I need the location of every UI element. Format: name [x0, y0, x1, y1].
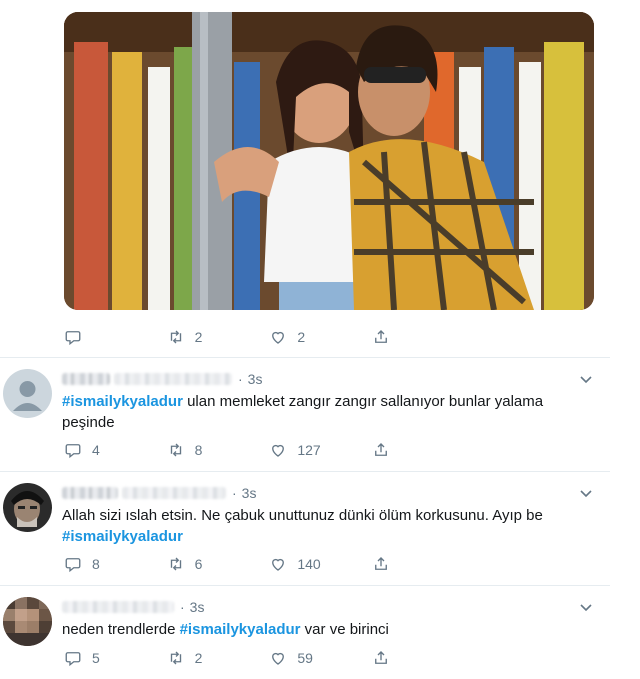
- reply-tweet[interactable]: · 3s #ismailykyaladur ulan memleket zang…: [0, 358, 610, 471]
- hashtag-link[interactable]: #ismailykyaladur: [180, 621, 301, 638]
- hashtag-link[interactable]: #ismailykyaladur: [62, 393, 183, 410]
- reply-count: 5: [92, 650, 100, 666]
- reply-icon: [65, 331, 81, 346]
- reply-icon: [65, 558, 81, 573]
- share-button[interactable]: [372, 328, 400, 346]
- author-handle-redacted: [114, 373, 232, 385]
- photo-avatar: [3, 483, 52, 532]
- like-button[interactable]: 140: [269, 555, 372, 573]
- photo-avatar: [3, 597, 52, 646]
- share-icon: [375, 651, 387, 664]
- tweet-text-segment: var ve birinci: [300, 621, 389, 638]
- retweet-button[interactable]: 6: [167, 555, 270, 573]
- tweet-media-image[interactable]: [64, 12, 594, 310]
- like-count: 127: [297, 442, 321, 458]
- like-count: 140: [297, 556, 321, 572]
- user-avatar[interactable]: [3, 483, 52, 532]
- heart-icon: [272, 558, 285, 571]
- reply-icon: [65, 444, 81, 459]
- heart-icon: [272, 444, 285, 457]
- retweet-count: 6: [194, 556, 203, 572]
- retweet-count: 2: [194, 650, 203, 666]
- retweet-icon: [170, 557, 181, 571]
- tweet-actions: 5 2 59: [64, 648, 400, 668]
- tweet-time[interactable]: 3s: [248, 371, 263, 387]
- default-avatar-icon[interactable]: [3, 369, 52, 418]
- share-button[interactable]: [372, 555, 400, 573]
- reply-button[interactable]: [64, 328, 167, 346]
- like-button[interactable]: 59: [269, 649, 372, 667]
- share-button[interactable]: [372, 649, 400, 667]
- tweet-header: · 3s: [62, 599, 204, 615]
- like-count: 2: [297, 329, 306, 345]
- retweet-icon: [170, 443, 181, 457]
- author-handle-redacted: [122, 487, 226, 499]
- tweet-text: Allah sizi ıslah etsin. Ne çabuk unuttun…: [62, 505, 582, 547]
- retweet-button[interactable]: 2: [167, 328, 270, 346]
- heart-icon: [272, 652, 285, 665]
- tweet-time[interactable]: 3s: [190, 599, 205, 615]
- reply-icon: [65, 652, 81, 667]
- reply-button[interactable]: 5: [64, 649, 167, 667]
- retweet-count: 2: [194, 329, 203, 345]
- chevron-down-icon[interactable]: [578, 371, 594, 387]
- media-photo: [64, 12, 594, 310]
- tweet-actions: 4 8 127: [64, 440, 400, 460]
- reply-tweet[interactable]: · 3s Allah sizi ıslah etsin. Ne çabuk un…: [0, 472, 610, 585]
- chevron-down-icon[interactable]: [578, 599, 594, 615]
- reply-tweet[interactable]: · 3s neden trendlerde #ismailykyaladur v…: [0, 586, 610, 679]
- tweet-actions: 2 2: [64, 327, 400, 347]
- like-button[interactable]: 2: [269, 328, 372, 346]
- tweet-time[interactable]: 3s: [242, 485, 257, 501]
- tweet-text: neden trendlerde #ismailykyaladur var ve…: [62, 619, 582, 640]
- tweet-text-segment: Allah sizi ıslah etsin. Ne çabuk unuttun…: [62, 507, 543, 524]
- chevron-down-icon[interactable]: [578, 485, 594, 501]
- reply-count: 8: [92, 556, 100, 572]
- like-count: 59: [297, 650, 313, 666]
- reply-button[interactable]: 8: [64, 555, 167, 573]
- reply-button[interactable]: 4: [64, 441, 167, 459]
- tweet-header: · 3s: [62, 485, 256, 501]
- user-avatar[interactable]: [3, 597, 52, 646]
- share-icon: [375, 443, 387, 456]
- author-name-redacted: [62, 487, 118, 499]
- share-icon: [375, 330, 387, 343]
- heart-icon: [272, 331, 285, 344]
- retweet-icon: [170, 330, 181, 344]
- tweet-header: · 3s: [62, 371, 262, 387]
- hashtag-link[interactable]: #ismailykyaladur: [62, 528, 183, 545]
- reply-count: 4: [92, 442, 100, 458]
- retweet-button[interactable]: 2: [167, 649, 270, 667]
- share-icon: [375, 557, 387, 570]
- like-button[interactable]: 127: [269, 441, 372, 459]
- tweet-actions: 8 6 140: [64, 554, 400, 574]
- retweet-icon: [170, 651, 181, 665]
- retweet-count: 8: [194, 442, 203, 458]
- tweet-text-segment: neden trendlerde: [62, 621, 180, 638]
- share-button[interactable]: [372, 441, 400, 459]
- author-name-redacted: [62, 601, 174, 613]
- author-name-redacted: [62, 373, 110, 385]
- tweet-text: #ismailykyaladur ulan memleket zangır za…: [62, 391, 582, 433]
- retweet-button[interactable]: 8: [167, 441, 270, 459]
